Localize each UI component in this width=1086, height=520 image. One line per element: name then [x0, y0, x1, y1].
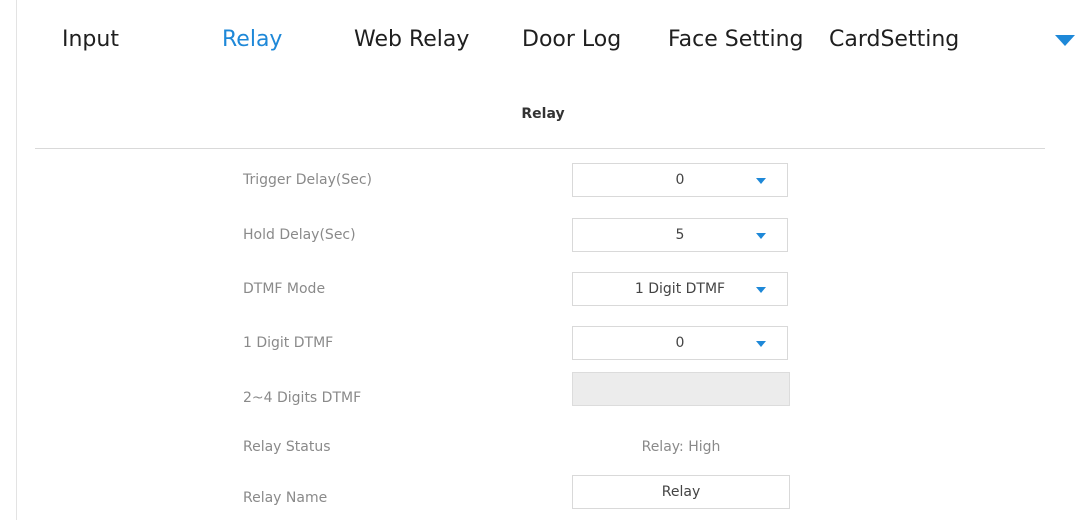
trigger-delay-select[interactable]: 0: [572, 163, 788, 197]
dtmf-mode-value: 1 Digit DTMF: [634, 281, 726, 297]
relay-status-label: Relay Status: [243, 439, 331, 455]
chevron-down-icon: [756, 341, 766, 347]
multi-digit-dtmf-field[interactable]: [572, 372, 790, 406]
one-digit-dtmf-select[interactable]: 0: [572, 326, 788, 360]
caret-down-icon[interactable]: [1055, 35, 1075, 46]
relay-name-label: Relay Name: [243, 490, 328, 506]
trigger-delay-value: 0: [675, 172, 685, 188]
tab-bar: Input Relay Web Relay Door Log Face Sett…: [17, 0, 1086, 88]
tab-door-log[interactable]: Door Log: [522, 27, 621, 52]
one-digit-dtmf-label: 1 Digit DTMF: [243, 335, 334, 351]
tab-web-relay[interactable]: Web Relay: [354, 27, 469, 52]
tab-input[interactable]: Input: [62, 27, 119, 52]
trigger-delay-label: Trigger Delay(Sec): [243, 172, 373, 188]
one-digit-dtmf-value: 0: [675, 335, 685, 351]
relay-name-field[interactable]: [572, 475, 790, 509]
tab-card-setting[interactable]: CardSetting: [829, 27, 959, 52]
tab-relay[interactable]: Relay: [222, 27, 282, 52]
section-title: Relay: [521, 106, 565, 122]
relay-status-value: Relay: High: [641, 439, 721, 455]
tab-face-setting[interactable]: Face Setting: [668, 27, 804, 52]
relay-settings-page: Input Relay Web Relay Door Log Face Sett…: [0, 0, 1086, 520]
section-divider: [35, 148, 1045, 149]
multi-digit-dtmf-label: 2~4 Digits DTMF: [243, 390, 362, 406]
chevron-down-icon: [756, 178, 766, 184]
hold-delay-value: 5: [675, 227, 685, 243]
hold-delay-select[interactable]: 5: [572, 218, 788, 252]
chevron-down-icon: [756, 233, 766, 239]
dtmf-mode-select[interactable]: 1 Digit DTMF: [572, 272, 788, 306]
hold-delay-label: Hold Delay(Sec): [243, 227, 356, 243]
chevron-down-icon: [756, 287, 766, 293]
dtmf-mode-label: DTMF Mode: [243, 281, 326, 297]
